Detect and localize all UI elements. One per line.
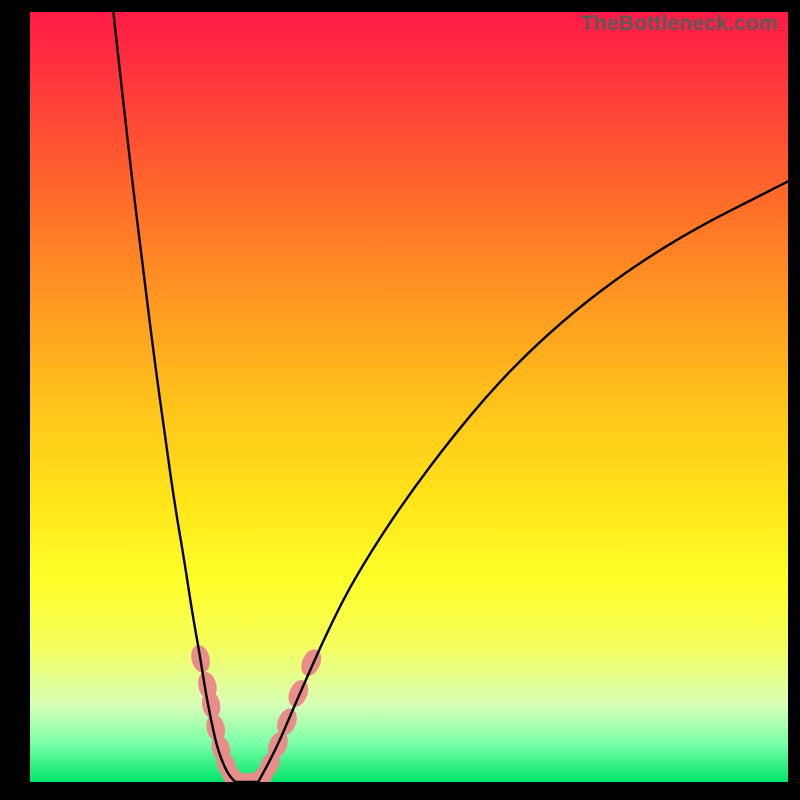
curve-marker	[285, 677, 312, 710]
plot-area: TheBottleneck.com	[30, 12, 788, 782]
bottleneck-curve	[113, 12, 788, 782]
chart-frame: TheBottleneck.com	[0, 0, 800, 800]
curve-svg	[30, 12, 788, 782]
watermark-text: TheBottleneck.com	[581, 12, 778, 36]
curve-marker	[298, 646, 325, 679]
